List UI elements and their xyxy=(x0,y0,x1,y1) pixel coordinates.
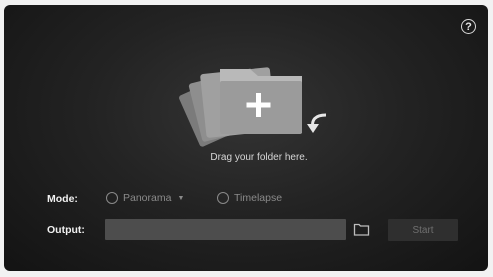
mode-label: Mode: xyxy=(47,193,78,205)
mode-option-panorama[interactable]: Panorama ▼ xyxy=(106,192,184,204)
output-path-field[interactable] xyxy=(105,219,346,240)
output-label: Output: xyxy=(47,224,85,236)
help-glyph: ? xyxy=(465,20,472,33)
drop-instructions: Drag your folder here. xyxy=(210,152,308,163)
radio-timelapse[interactable] xyxy=(217,192,229,204)
panorama-label: Panorama xyxy=(123,192,172,204)
app-window: ? Drag your folder here. Mode: Panorama … xyxy=(4,5,488,271)
folder-drop-zone[interactable]: Drag your folder here. xyxy=(174,51,344,171)
mode-option-timelapse[interactable]: Timelapse xyxy=(217,192,282,204)
help-icon[interactable]: ? xyxy=(461,19,476,34)
curved-arrow-icon xyxy=(307,113,327,133)
radio-panorama[interactable] xyxy=(106,192,118,204)
start-button[interactable]: Start xyxy=(388,219,458,241)
folder-outline-icon[interactable] xyxy=(353,222,370,237)
caret-down-icon[interactable]: ▼ xyxy=(177,195,184,202)
folder-stack-icon xyxy=(179,67,327,147)
timelapse-label: Timelapse xyxy=(234,192,283,204)
